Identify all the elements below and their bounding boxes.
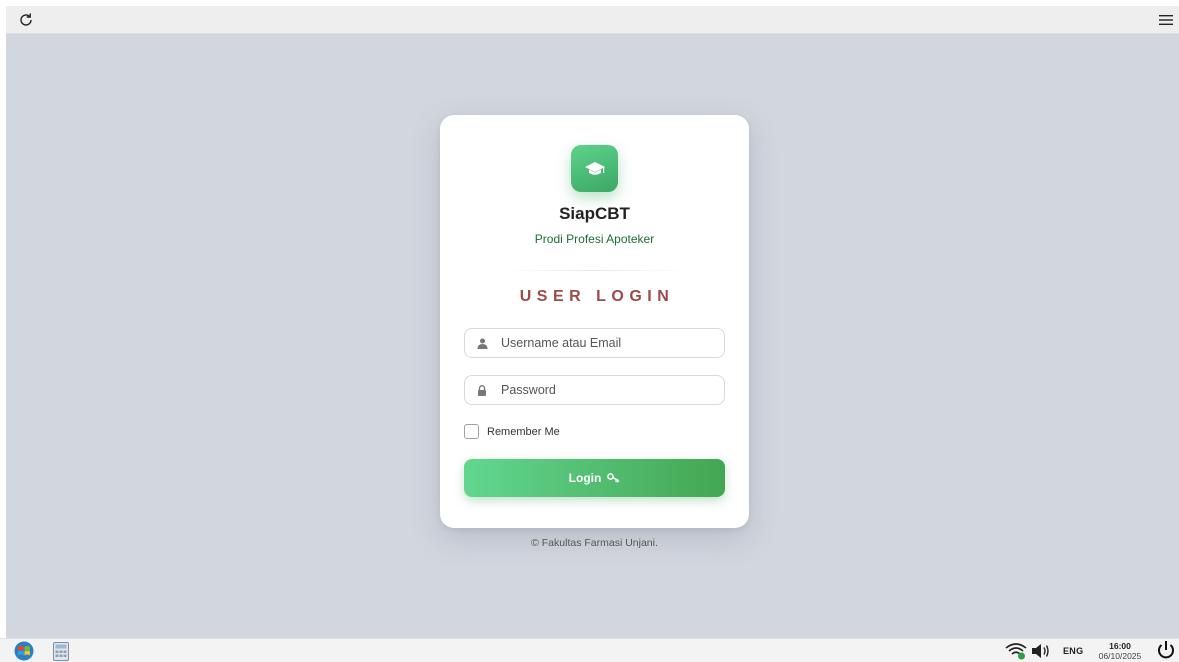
remember-me-checkbox[interactable] <box>464 424 479 439</box>
username-field-wrapper <box>464 328 725 358</box>
top-bar <box>6 6 1179 34</box>
remember-me-label[interactable]: Remember Me <box>487 426 560 438</box>
login-button[interactable]: Login <box>464 459 725 497</box>
copyright-text: © Fakultas Farmasi Unjani. <box>531 537 658 549</box>
hamburger-menu-icon[interactable] <box>1155 9 1177 31</box>
volume-icon[interactable] <box>1031 641 1051 661</box>
key-icon <box>607 471 620 486</box>
clock-time: 16:00 <box>1109 641 1131 651</box>
taskbar: ENG 16:00 06/10/2025 <box>0 638 1179 662</box>
start-orb-icon[interactable] <box>14 641 34 661</box>
password-field-wrapper <box>464 375 725 405</box>
remember-me: Remember Me <box>464 424 560 439</box>
login-card: SiapCBT Prodi Profesi Apoteker USER LOGI… <box>440 115 749 528</box>
login-button-label: Login <box>568 471 602 485</box>
user-icon <box>475 336 489 350</box>
graduation-cap-icon <box>571 145 618 192</box>
power-icon[interactable] <box>1155 640 1177 660</box>
calculator-icon[interactable] <box>51 641 71 661</box>
app-name: SiapCBT <box>559 204 630 223</box>
password-input[interactable] <box>501 383 721 397</box>
clock-date: 06/10/2025 <box>1098 651 1142 661</box>
page-area: SiapCBT Prodi Profesi Apoteker USER LOGI… <box>6 34 1179 638</box>
divider <box>502 270 687 271</box>
lock-icon <box>475 383 489 397</box>
clock[interactable]: 16:00 06/10/2025 <box>1092 641 1148 661</box>
wifi-icon[interactable] <box>1005 641 1027 661</box>
login-heading: USER LOGIN <box>519 288 675 305</box>
app-subtitle: Prodi Profesi Apoteker <box>534 232 655 246</box>
language-indicator[interactable]: ENG <box>1063 641 1083 661</box>
username-input[interactable] <box>501 336 721 350</box>
refresh-icon[interactable] <box>15 9 37 31</box>
